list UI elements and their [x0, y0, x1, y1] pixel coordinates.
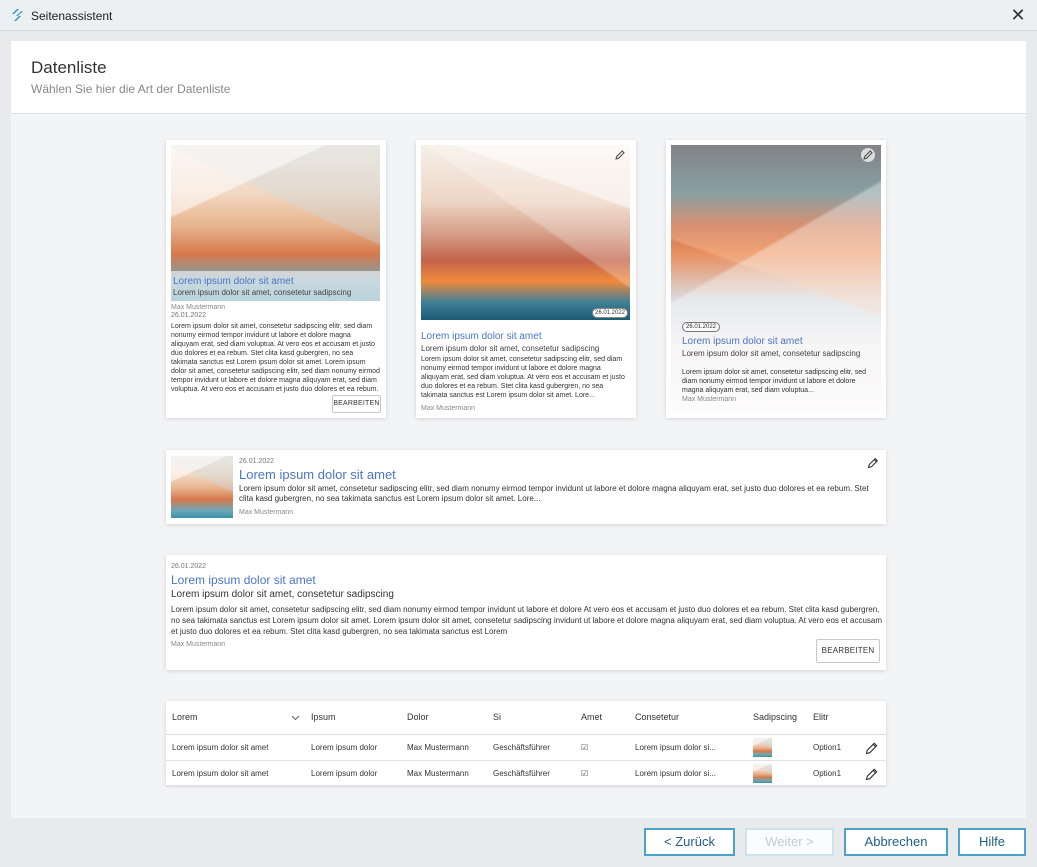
table-cell: Lorem ipsum dolor sit amet [166, 734, 305, 761]
table-cell-checkbox: ☑ [575, 734, 629, 761]
wizard-panel: Datenliste Wählen Sie hier die Art der D… [11, 41, 1026, 818]
column-header-consetetur[interactable]: Consetetur [629, 701, 747, 735]
table-cell: Geschäftsführer [487, 760, 575, 787]
pencil-icon[interactable] [861, 148, 875, 162]
table-cell-image [747, 760, 807, 787]
layout-option-image-overlay-card[interactable]: Lorem ipsum dolor sit amet Lorem ipsum d… [166, 140, 386, 418]
card-image [421, 145, 630, 320]
table-cell: Option1 [807, 760, 886, 787]
wizard-footer: < Zurück Weiter > Abbrechen Hilfe [0, 818, 1037, 867]
card-body: Lorem ipsum dolor sit amet, consetetur s… [421, 356, 625, 399]
card-title: Lorem ipsum dolor sit amet [682, 336, 803, 347]
table-cell: Lorem ipsum dolor [305, 734, 401, 761]
card-title: Lorem ipsum dolor sit amet [239, 467, 396, 482]
close-icon[interactable]: ✕ [1007, 5, 1029, 25]
card-date: 26.01.2022 [171, 563, 207, 570]
check-icon: ☑ [581, 768, 589, 778]
card-body: Lorem ipsum dolor sit amet, consetetur s… [682, 369, 867, 394]
page-title: Datenliste [31, 58, 107, 77]
date-badge: 26.01.2022 [682, 322, 720, 332]
card-author: Max Mustermann [171, 641, 226, 648]
card-subtitle: Lorem ipsum dolor sit amet, consetetur s… [171, 589, 394, 600]
card-author: Max Mustermann [421, 405, 476, 412]
cancel-button[interactable]: Abbrechen [844, 828, 948, 856]
card-subtitle: Lorem ipsum dolor sit amet, consetetur s… [421, 344, 600, 353]
layout-option-full-image-card[interactable]: 26.01.2022 Lorem ipsum dolor sit amet Lo… [666, 140, 886, 418]
column-header-dolor[interactable]: Dolor [401, 701, 487, 735]
pencil-icon[interactable] [613, 148, 627, 162]
card-author: Max Mustermann [171, 304, 226, 311]
pencil-icon[interactable] [864, 740, 880, 756]
layout-option-text-only[interactable]: 26.01.2022 Lorem ipsum dolor sit amet Lo… [166, 555, 886, 670]
column-header-ipsum[interactable]: Ipsum [305, 701, 401, 735]
thumbnail-image [753, 763, 772, 783]
next-button[interactable]: Weiter > [745, 828, 834, 856]
edit-button[interactable]: BEARBEITEN [816, 639, 880, 663]
card-title: Lorem ipsum dolor sit amet [171, 573, 316, 587]
card-body: Lorem ipsum dolor sit amet, consetetur s… [239, 484, 869, 503]
column-header-si[interactable]: Si [487, 701, 575, 735]
table-cell: Max Mustermann [401, 760, 487, 787]
column-header-amet[interactable]: Amet [575, 701, 629, 735]
table-cell: Option1 [807, 734, 886, 761]
app-logo-icon [12, 9, 23, 21]
window-titlebar: Seitenassistent ✕ [0, 0, 1037, 31]
table-cell-image [747, 734, 807, 761]
date-badge: 26.01.2022 [592, 308, 628, 318]
layout-option-list-thumbnail[interactable]: 26.01.2022 Lorem ipsum dolor sit amet Lo… [166, 450, 886, 524]
card-title: Lorem ipsum dolor sit amet [173, 276, 294, 287]
wizard-header: Datenliste Wählen Sie hier die Art der D… [11, 41, 1026, 114]
table-row[interactable]: Lorem ipsum dolor sit amet Lorem ipsum d… [166, 760, 886, 787]
window-title: Seitenassistent [31, 9, 113, 23]
edit-button[interactable]: BEARBEITEN [332, 395, 381, 413]
table-cell: Lorem ipsum dolor si... [629, 760, 747, 787]
card-subtitle: Lorem ipsum dolor sit amet, consetetur s… [682, 349, 861, 358]
column-header-lorem[interactable]: Lorem [166, 701, 305, 735]
page-subtitle: Wählen Sie hier die Art der Datenliste [31, 82, 231, 96]
table-cell: Lorem ipsum dolor si... [629, 734, 747, 761]
table-cell: Geschäftsführer [487, 734, 575, 761]
card-subtitle: Lorem ipsum dolor sit amet, consetetur s… [173, 288, 352, 297]
table-cell: Max Mustermann [401, 734, 487, 761]
thumbnail-image [753, 737, 772, 757]
table-cell: Lorem ipsum dolor sit amet [166, 760, 305, 787]
card-body: Lorem ipsum dolor sit amet, consetetur s… [171, 323, 380, 393]
chevron-down-icon[interactable] [291, 713, 300, 722]
card-author: Max Mustermann [239, 509, 294, 516]
table-header-row: Lorem Ipsum Dolor Si Amet Consetetur Sad… [166, 701, 886, 735]
card-thumbnail [171, 456, 233, 518]
pencil-icon[interactable] [864, 766, 880, 782]
card-author: Max Mustermann [682, 396, 737, 403]
pencil-icon[interactable] [866, 456, 880, 470]
column-header-sadipscing[interactable]: Sadipscing [747, 701, 807, 735]
back-button[interactable]: < Zurück [644, 828, 735, 856]
layout-options-area: Lorem ipsum dolor sit amet Lorem ipsum d… [11, 115, 1026, 818]
layout-option-image-top-card[interactable]: 26.01.2022 Lorem ipsum dolor sit amet Lo… [416, 140, 636, 418]
check-icon: ☑ [581, 742, 589, 752]
card-title: Lorem ipsum dolor sit amet [421, 331, 542, 342]
card-date: 26.01.2022 [239, 458, 275, 465]
layout-option-table[interactable]: Lorem Ipsum Dolor Si Amet Consetetur Sad… [166, 701, 886, 787]
table-cell-checkbox: ☑ [575, 760, 629, 787]
column-header-elitr[interactable]: Elitr [807, 701, 886, 735]
table-row[interactable]: Lorem ipsum dolor sit amet Lorem ipsum d… [166, 734, 886, 761]
card-date: 26.01.2022 [171, 312, 207, 319]
help-button[interactable]: Hilfe [958, 828, 1026, 856]
data-table: Lorem Ipsum Dolor Si Amet Consetetur Sad… [166, 701, 886, 787]
card-body: Lorem ipsum dolor sit amet, consetetur s… [171, 605, 883, 636]
table-cell: Lorem ipsum dolor [305, 760, 401, 787]
